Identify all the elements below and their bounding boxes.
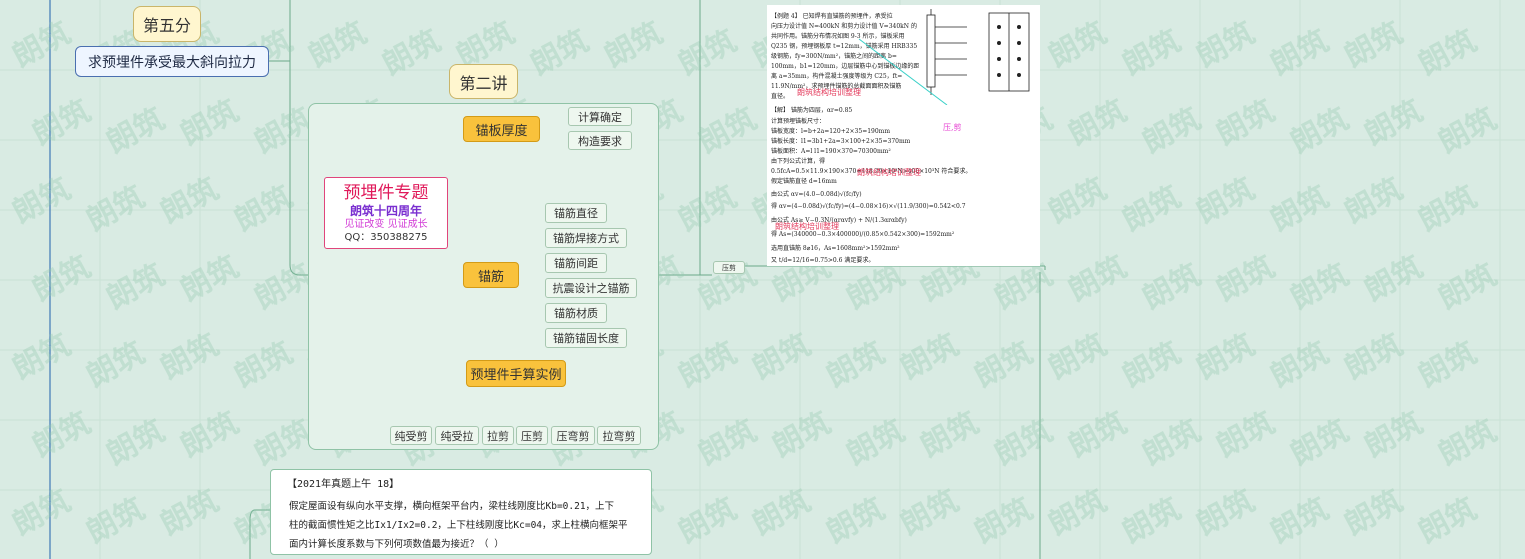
leaf-rebar-anchorage[interactable]: 锚筋锚固长度 (545, 328, 627, 348)
background-grid (0, 0, 1525, 559)
leaf-tension-shear[interactable]: 拉剪 (482, 426, 514, 445)
doc-line: 锚板宽度：l=b+2a=120+2×35=190mm (771, 128, 891, 135)
doc-line: 锚板长度：l1=3b1+2a=3×100+2×35=370mm (771, 138, 911, 145)
doc-pink-note: 压,剪 (943, 123, 962, 132)
question-line-2: 柱的截面惯性矩之比Ix1/Ix2=0.2，上下柱线刚度比Kc=04，求上柱横向框… (289, 520, 628, 531)
topic-max-tension[interactable]: 求预埋件承受最大斜向拉力 (75, 46, 269, 77)
question-title: 【2021年真题上午 18】 (287, 479, 400, 490)
question-card[interactable]: 【2021年真题上午 18】 假定屋面设有纵向水平支撑，横向框架平台内，梁柱线刚… (270, 469, 652, 555)
example-document-image[interactable]: 【例题 4】 已知焊有直锚筋的预埋件，承受拉 向压力设计值 N=400kN 和剪力… (767, 5, 1040, 266)
section5-badge[interactable]: 第五分 (133, 6, 201, 42)
leaf-pure-tension[interactable]: 纯受拉 (435, 426, 479, 445)
center-subtitle: 朗筑十四周年 (349, 204, 422, 218)
question-line-1: 假定屋面设有纵向水平支撑，横向框架平台内，梁柱线刚度比Kb=0.21，上下 (289, 501, 615, 512)
branch-rebar[interactable]: 锚筋 (463, 262, 519, 288)
leaf-rebar-weld[interactable]: 锚筋焊接方式 (545, 228, 627, 248)
center-title: 预埋件专题 (343, 183, 429, 203)
doc-highlight-line (858, 38, 948, 105)
branch-plate-thickness[interactable]: 锚板厚度 (463, 116, 540, 142)
doc-line: 【解】 锚筋为四层，αr=0.85 (771, 107, 853, 114)
leaf-compression-shear[interactable]: 压剪 (516, 426, 548, 445)
leaf-rebar-diameter[interactable]: 锚筋直径 (545, 203, 607, 223)
doc-line: 由公式 αv=(4.0−0.08d)√(fc/fy) (771, 191, 862, 198)
leaf-compression-bending-shear[interactable]: 压弯剪 (551, 426, 595, 445)
question-line-3: 面内计算长度系数与下列何项数值最为接近？（ ） (289, 539, 504, 550)
center-slogan: 见证改变 见证成长 (344, 219, 428, 230)
doc-line: 又 t/d=12/16=0.75>0.6 满足要求。 (771, 257, 875, 264)
doc-line: 得 αv=(4−0.08d)√(fc/fy)=(4−0.08×16)×√(11.… (771, 203, 966, 210)
leaf-rebar-spacing[interactable]: 锚筋间距 (545, 253, 607, 273)
section2-badge[interactable]: 第二讲 (449, 64, 518, 99)
center-node[interactable]: 预埋件专题 朗筑十四周年 见证改变 见证成长 QQ：350388275 (324, 177, 448, 249)
leaf-plate-construct[interactable]: 构造要求 (568, 131, 632, 150)
doc-line: 选用直锚筋 8⌀16，As=1608mm²>1592mm² (771, 245, 900, 252)
doc-line: 计算预埋锚板尺寸： (771, 118, 826, 125)
doc-line: 由下列公式计算，得 (771, 158, 826, 165)
doc-stamp-3: 朗筑结构培训整理 (775, 222, 839, 231)
tag-compression-shear[interactable]: 压剪 (713, 261, 745, 274)
center-qq: QQ：350388275 (344, 232, 428, 243)
branch-example[interactable]: 预埋件手算实例 (466, 360, 566, 387)
doc-stamp-2: 朗筑结构培训整理 (857, 168, 921, 177)
doc-line: 假定锚筋直径 d=16mm (771, 178, 837, 185)
leaf-rebar-seismic[interactable]: 抗震设计之锚筋 (545, 278, 637, 298)
leaf-tension-bending-shear[interactable]: 拉弯剪 (597, 426, 641, 445)
leaf-rebar-material[interactable]: 锚筋材质 (545, 303, 607, 323)
leaf-plate-calc[interactable]: 计算确定 (568, 107, 632, 126)
leaf-pure-shear[interactable]: 纯受剪 (390, 426, 432, 445)
doc-line: 锚板面积：A=l l1=190×370=70300mm² (771, 148, 891, 155)
